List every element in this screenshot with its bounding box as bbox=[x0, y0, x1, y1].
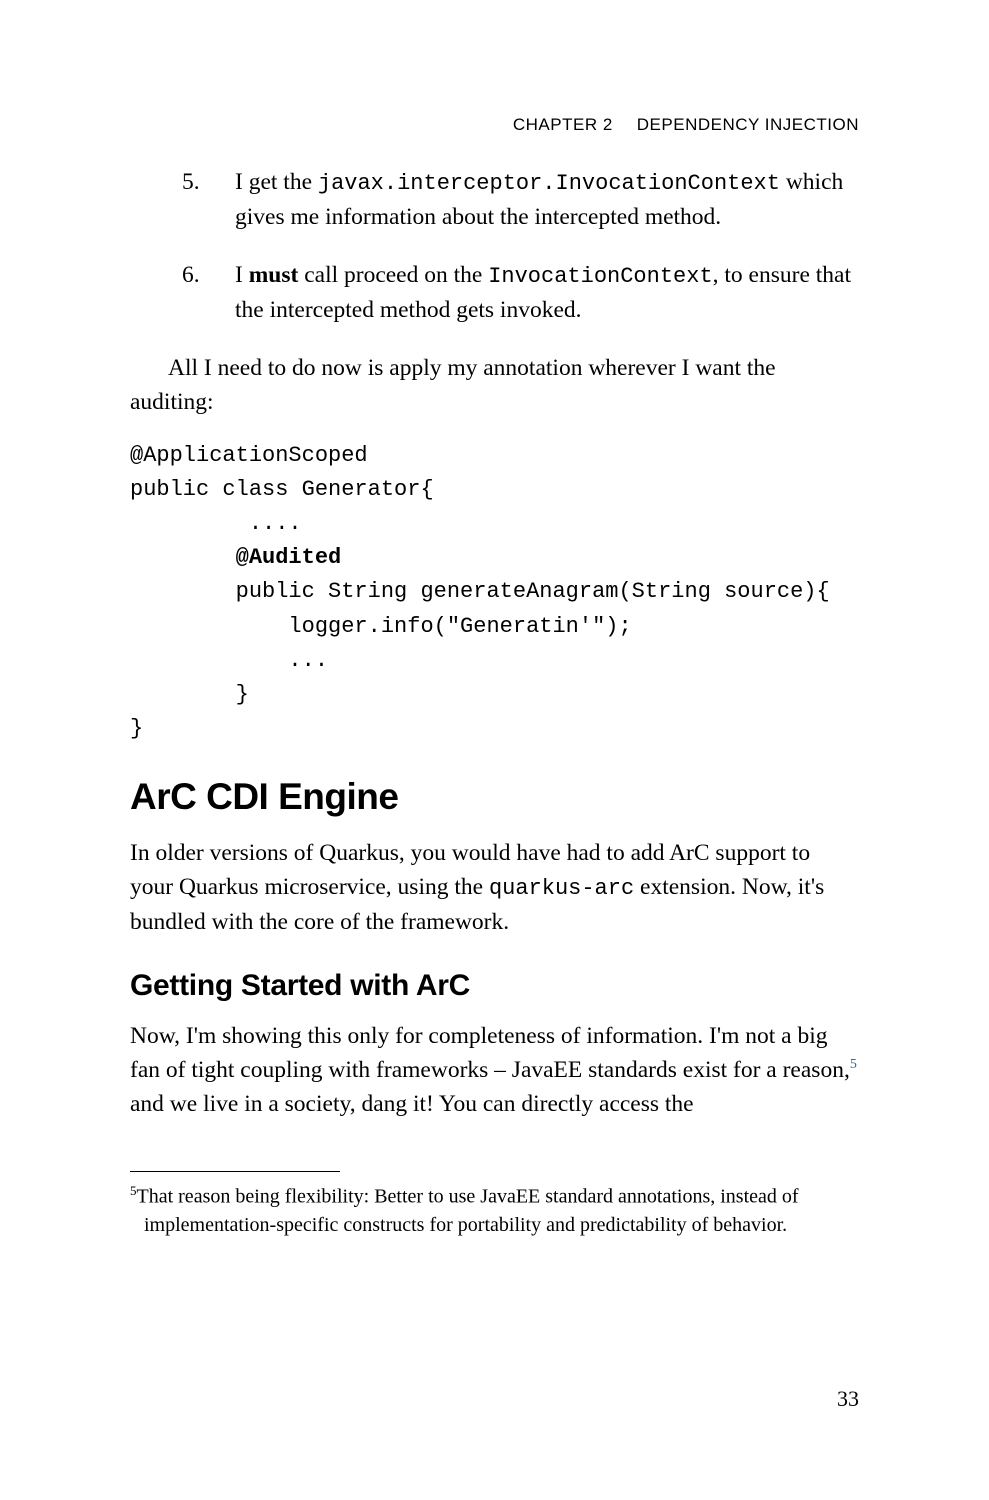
list-text: I get the javax.interceptor.InvocationCo… bbox=[235, 169, 843, 230]
running-header: CHAPTER 2 DEPENDENCY INJECTION bbox=[513, 115, 859, 135]
code-bold: @Audited bbox=[130, 545, 341, 570]
bold-text: must bbox=[249, 262, 299, 288]
footnote: 5That reason being flexibility: Better t… bbox=[130, 1182, 859, 1239]
body-paragraph: Now, I'm showing this only for completen… bbox=[130, 1019, 859, 1121]
inline-code: javax.interceptor.InvocationContext bbox=[318, 171, 780, 196]
body-paragraph: All I need to do now is apply my annotat… bbox=[130, 351, 859, 419]
inline-code: InvocationContext bbox=[488, 264, 712, 289]
subsection-heading: Getting Started with ArC bbox=[130, 969, 859, 1003]
numbered-list: 5. I get the javax.interceptor.Invocatio… bbox=[130, 165, 859, 327]
list-item: 6. I must call proceed on the Invocation… bbox=[130, 258, 859, 327]
page-number: 33 bbox=[837, 1386, 859, 1412]
section-heading: ArC CDI Engine bbox=[130, 776, 859, 818]
chapter-label: CHAPTER 2 bbox=[513, 115, 613, 134]
list-number: 6. bbox=[182, 258, 200, 292]
footnote-ref: 5 bbox=[850, 1057, 857, 1072]
code-block: @ApplicationScoped public class Generato… bbox=[130, 439, 859, 746]
list-number: 5. bbox=[182, 165, 200, 199]
chapter-title: DEPENDENCY INJECTION bbox=[637, 115, 859, 134]
page-content: 5. I get the javax.interceptor.Invocatio… bbox=[130, 165, 859, 1239]
page: CHAPTER 2 DEPENDENCY INJECTION 5. I get t… bbox=[0, 0, 989, 1500]
footnote-text: That reason being flexibility: Better to… bbox=[137, 1186, 799, 1236]
inline-code: quarkus-arc bbox=[489, 876, 634, 901]
body-paragraph: In older versions of Quarkus, you would … bbox=[130, 836, 859, 939]
footnote-rule bbox=[130, 1171, 340, 1172]
list-text: I must call proceed on the InvocationCon… bbox=[235, 262, 851, 323]
list-item: 5. I get the javax.interceptor.Invocatio… bbox=[130, 165, 859, 234]
